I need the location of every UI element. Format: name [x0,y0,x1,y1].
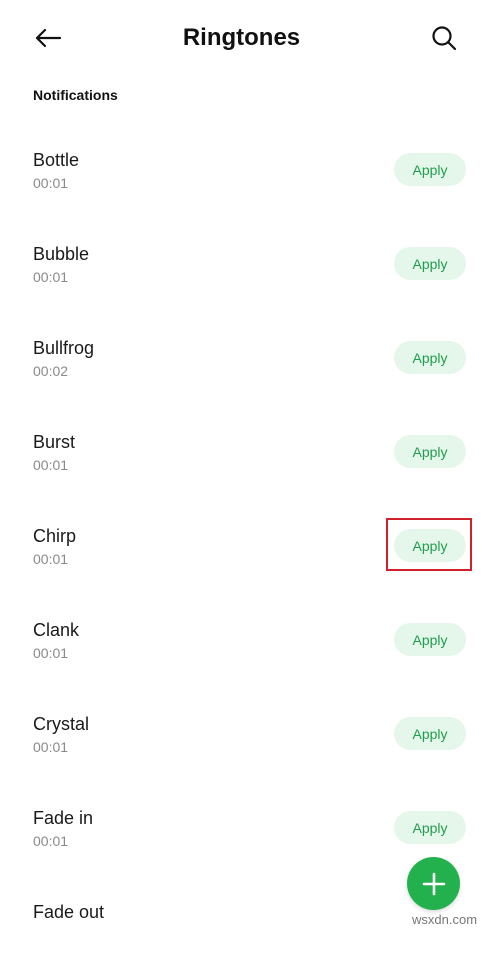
apply-button[interactable]: Apply [394,435,466,468]
ringtone-duration: 00:02 [33,363,69,379]
apply-button[interactable]: Apply [394,717,466,750]
ringtone-name: Bullfrog [33,338,95,358]
section-label-notifications: Notifications [33,87,118,103]
ringtone-duration: 00:01 [33,739,69,755]
apply-button[interactable]: Apply [394,623,466,656]
ringtone-list: Bottle 00:01 Apply Bubble 00:01 Apply Bu… [0,117,483,963]
apply-button[interactable]: Apply [394,247,466,280]
add-ringtone-button[interactable] [407,857,460,910]
ringtone-duration: 00:01 [33,833,69,849]
ringtone-duration: 00:01 [33,175,69,191]
ringtone-name: Bottle [33,150,80,170]
list-item[interactable]: Bubble 00:01 Apply [0,211,483,305]
list-item[interactable]: Fade in 00:01 Apply [0,775,483,869]
ringtone-name: Fade in [33,808,94,828]
apply-button[interactable]: Apply [394,341,466,374]
list-item[interactable]: Bottle 00:01 Apply [0,117,483,211]
search-icon [432,26,457,51]
search-button[interactable] [424,18,464,58]
apply-button-chirp[interactable]: Apply [394,529,466,562]
apply-button[interactable]: Apply [394,153,466,186]
plus-icon [422,872,445,895]
ringtone-name: Fade out [33,902,105,922]
ringtone-duration: 00:01 [33,269,69,285]
apply-button[interactable]: Apply [394,811,466,844]
ringtone-name: Chirp [33,526,77,546]
list-item[interactable]: Clank 00:01 Apply [0,587,483,681]
list-item[interactable]: Bullfrog 00:02 Apply [0,305,483,399]
top-app-bar: Ringtones [0,0,483,80]
page-title: Ringtones [182,24,301,51]
ringtone-name: Clank [33,620,80,640]
ringtone-name: Crystal [33,714,90,734]
ringtone-duration: 00:01 [33,457,69,473]
list-item[interactable]: Burst 00:01 Apply [0,399,483,493]
ringtone-duration: 00:01 [33,551,69,567]
ringtone-duration: 00:01 [33,645,69,661]
watermark: wsxdn.com [412,912,478,927]
ringtone-name: Bubble [33,244,90,264]
list-item[interactable]: Crystal 00:01 Apply [0,681,483,775]
ringtone-name: Burst [33,432,76,452]
list-item[interactable]: Chirp 00:01 Apply [0,493,483,587]
